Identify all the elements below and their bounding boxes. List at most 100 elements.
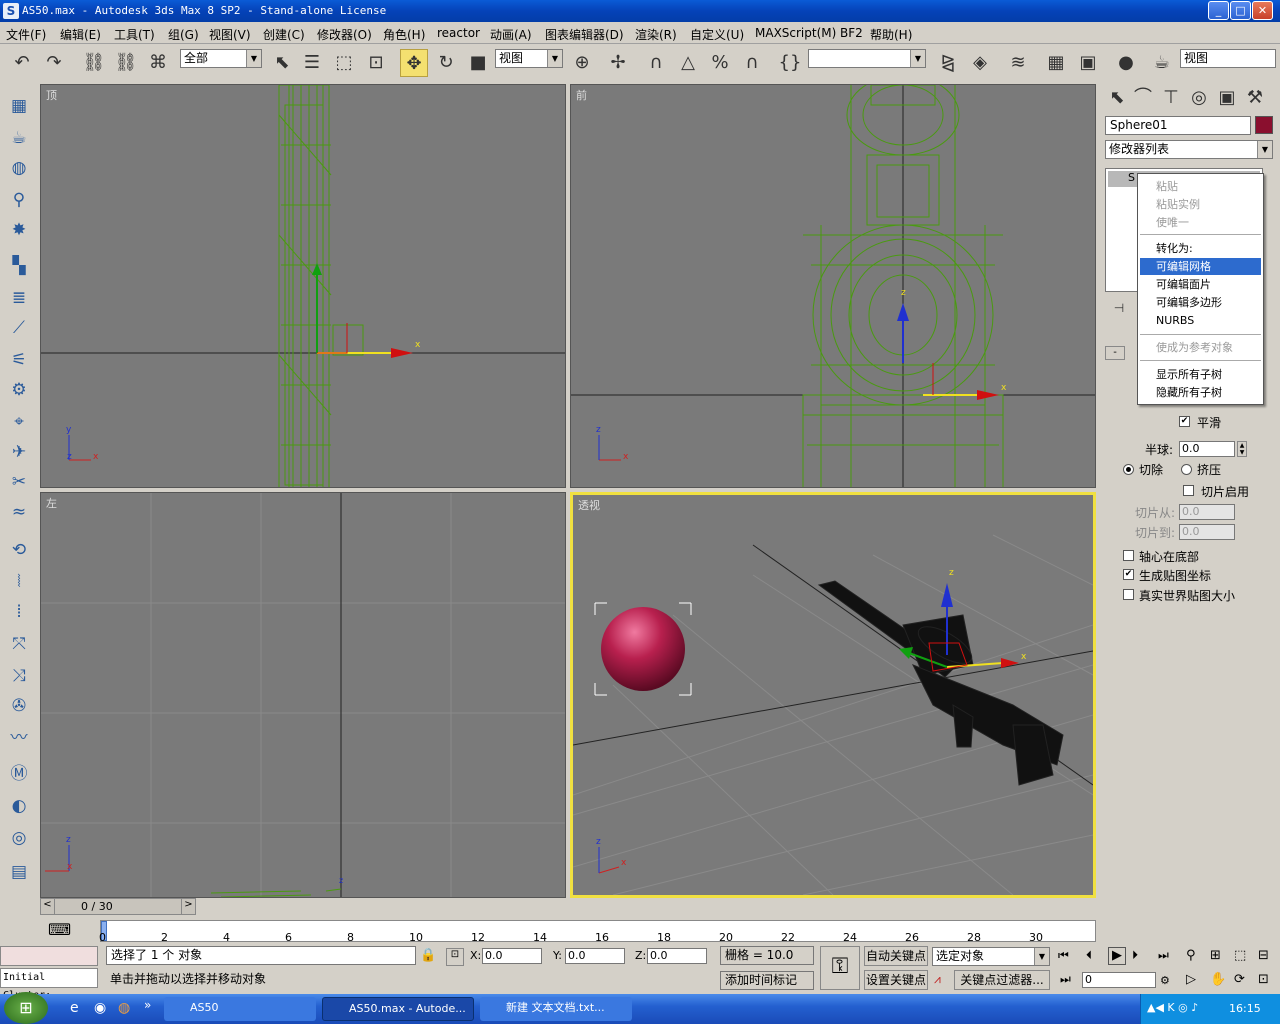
orbit-icon[interactable]: ⟳ — [1234, 972, 1245, 987]
maxscript-listener[interactable]: Initial Cluster: — [0, 968, 98, 1001]
window-crossing-icon[interactable]: ⊡ — [362, 49, 390, 77]
modifiers-icon[interactable]: ⟲ — [7, 538, 31, 562]
twist-icon[interactable]: ⦙ — [7, 600, 31, 624]
manipulate-icon[interactable]: ✢ — [604, 49, 632, 77]
material-icon[interactable]: Ⓜ — [7, 762, 31, 786]
menu-tools[interactable]: 工具(T) — [114, 26, 155, 43]
maximize-button[interactable]: □ — [1230, 1, 1251, 20]
menu-graph-editors[interactable]: 图表编辑器(D) — [545, 26, 624, 43]
align-icon[interactable]: ◈ — [966, 49, 994, 77]
render-scene-icon[interactable]: ☕ — [1148, 49, 1176, 77]
y-coord-field[interactable]: 0.0 — [565, 948, 625, 964]
undo-icon[interactable]: ↶ — [8, 49, 36, 77]
hemisphere-spinner-arrows[interactable]: ▲ ▼ — [1237, 441, 1247, 457]
z-coord-field[interactable]: 0.0 — [647, 948, 707, 964]
menu-character[interactable]: 角色(H) — [383, 26, 425, 43]
redo-icon[interactable]: ↷ — [40, 49, 68, 77]
display-panel-icon[interactable]: ▣ — [1213, 84, 1241, 112]
menu-rendering[interactable]: 渲染(R) — [635, 26, 677, 43]
close-button[interactable]: ✕ — [1252, 1, 1273, 20]
ref-coord-dropdown[interactable]: 视图 ▼ — [495, 49, 563, 68]
slice-on-checkbox[interactable] — [1183, 485, 1194, 496]
bend-icon[interactable]: ⦚ — [7, 570, 31, 594]
slice-to-spinner[interactable]: 0.0 — [1179, 524, 1235, 540]
ie-icon[interactable]: e — [70, 1000, 79, 1016]
spinner-snap-icon[interactable]: ∩ — [738, 49, 766, 77]
settings-icon[interactable]: ◎ — [7, 826, 31, 850]
minimize-button[interactable]: _ — [1208, 1, 1229, 20]
context-menu-item[interactable]: 显示所有子树 — [1140, 366, 1261, 383]
select-and-scale-icon[interactable]: ■ — [464, 49, 492, 77]
nurbs-icon[interactable]: ⚟ — [7, 348, 31, 372]
absolute-mode-icon[interactable]: ⊡ — [446, 948, 464, 966]
play-icon[interactable]: ▶ — [1108, 947, 1126, 965]
schematic-view-icon[interactable]: ▣ — [1074, 49, 1102, 77]
cameras-icon[interactable]: ✈ — [7, 440, 31, 464]
current-frame-field[interactable]: 0 — [1082, 972, 1156, 988]
render-icon[interactable]: ▤ — [7, 860, 31, 884]
spotlight-icon[interactable]: ⚲ — [7, 188, 31, 212]
x-coord-field[interactable]: 0.0 — [482, 948, 542, 964]
title-bar[interactable]: S AS50.max - Autodesk 3ds Max 8 SP2 - St… — [0, 0, 1280, 22]
link-icon[interactable]: ⛓ — [80, 49, 108, 77]
mini-listener-top[interactable] — [0, 946, 98, 966]
select-by-name-icon[interactable]: ☰ — [298, 49, 326, 77]
skew-icon[interactable]: ⤨ — [7, 664, 31, 688]
light-icon[interactable]: ✸ — [7, 218, 31, 242]
taskbar-item-3dsmax[interactable]: AS50.max - Autode... — [322, 997, 474, 1021]
mirror-icon[interactable]: ⧎ — [934, 49, 962, 77]
context-menu-item[interactable]: 隐藏所有子树 — [1140, 384, 1261, 401]
select-and-move-icon[interactable]: ✥ — [400, 49, 428, 77]
material-editor-icon[interactable]: ● — [1112, 49, 1140, 77]
time-slider-prev[interactable]: < — [41, 899, 55, 914]
utilities-panel-icon[interactable]: ⚒ — [1241, 84, 1269, 112]
menu-create[interactable]: 创建(C) — [263, 26, 305, 43]
app-icon[interactable]: S — [3, 3, 19, 19]
context-menu-item[interactable]: 可编辑多边形 — [1140, 294, 1261, 311]
patch-grid-icon[interactable]: ⟋ — [7, 316, 31, 340]
taper-icon[interactable]: ⤧ — [7, 632, 31, 656]
space-warps-icon[interactable]: ≈ — [7, 500, 31, 524]
key-filters-button[interactable]: 关键点过滤器... — [954, 970, 1050, 990]
objects-icon[interactable]: ▦ — [7, 94, 31, 118]
menu-maxscript[interactable]: MAXScript(M) — [755, 26, 836, 40]
prev-frame-icon[interactable]: ⏴ — [1086, 948, 1092, 963]
set-key-button[interactable]: 设置关键点 — [864, 970, 928, 990]
zoom-extents-icon[interactable]: ⬚ — [1234, 948, 1246, 963]
edit-named-selection-icon[interactable]: {} — [776, 49, 804, 77]
curve-editor-icon[interactable]: ▦ — [1042, 49, 1070, 77]
hemisphere-spinner[interactable]: 0.0 — [1179, 441, 1235, 457]
menu-views[interactable]: 视图(V) — [209, 26, 251, 43]
taskbar-item-notepad[interactable]: 新建 文本文档.txt... — [480, 997, 632, 1021]
wave-icon[interactable]: 〰 — [7, 726, 31, 750]
key-tangent-icon[interactable]: ⩘ — [934, 972, 941, 987]
chop-radio[interactable] — [1123, 464, 1134, 475]
lock-selection-icon[interactable]: 🔒 — [420, 948, 436, 963]
go-to-end-icon[interactable]: ⏭ — [1158, 948, 1169, 963]
start-button[interactable]: ⊞ — [4, 992, 48, 1024]
views-dropdown[interactable]: 视图 — [1180, 49, 1276, 68]
tray-icons[interactable]: ▲◀ K ◎ ♪ — [1147, 1001, 1198, 1014]
zoom-icon[interactable]: ⚲ — [1186, 948, 1196, 963]
context-menu-item[interactable]: 可编辑面片 — [1140, 276, 1261, 293]
menu-edit[interactable]: 编辑(E) — [60, 26, 101, 43]
menu-reactor[interactable]: reactor — [437, 26, 480, 40]
stretch-icon[interactable]: ✇ — [7, 694, 31, 718]
quicklaunch-more-icon[interactable]: » — [144, 998, 151, 1012]
bind-space-warp-icon[interactable]: ⌘ — [144, 49, 172, 77]
viewport-left[interactable]: 左 z z x — [40, 492, 566, 898]
time-slider-next[interactable]: > — [181, 899, 195, 914]
add-time-tag[interactable]: 添加时间标记 — [720, 971, 814, 990]
compounds-icon[interactable]: ▚ — [7, 254, 31, 278]
fov-icon[interactable]: ▷ — [1186, 972, 1196, 987]
pan-icon[interactable]: ✋ — [1210, 972, 1226, 987]
viewport-front[interactable]: 前 z x x z — [570, 84, 1096, 488]
percent-snap-icon[interactable]: % — [706, 49, 734, 77]
context-menu-item[interactable]: NURBS — [1140, 312, 1261, 329]
map-icon[interactable]: ◐ — [7, 794, 31, 818]
helpers-icon[interactable]: ✂ — [7, 470, 31, 494]
layer-manager-icon[interactable]: ≋ — [1004, 49, 1032, 77]
snap-3d-icon[interactable]: ∩ — [642, 49, 670, 77]
next-frame-icon[interactable]: ⏵ — [1132, 948, 1138, 963]
auto-key-button[interactable]: 自动关键点 — [864, 946, 928, 966]
